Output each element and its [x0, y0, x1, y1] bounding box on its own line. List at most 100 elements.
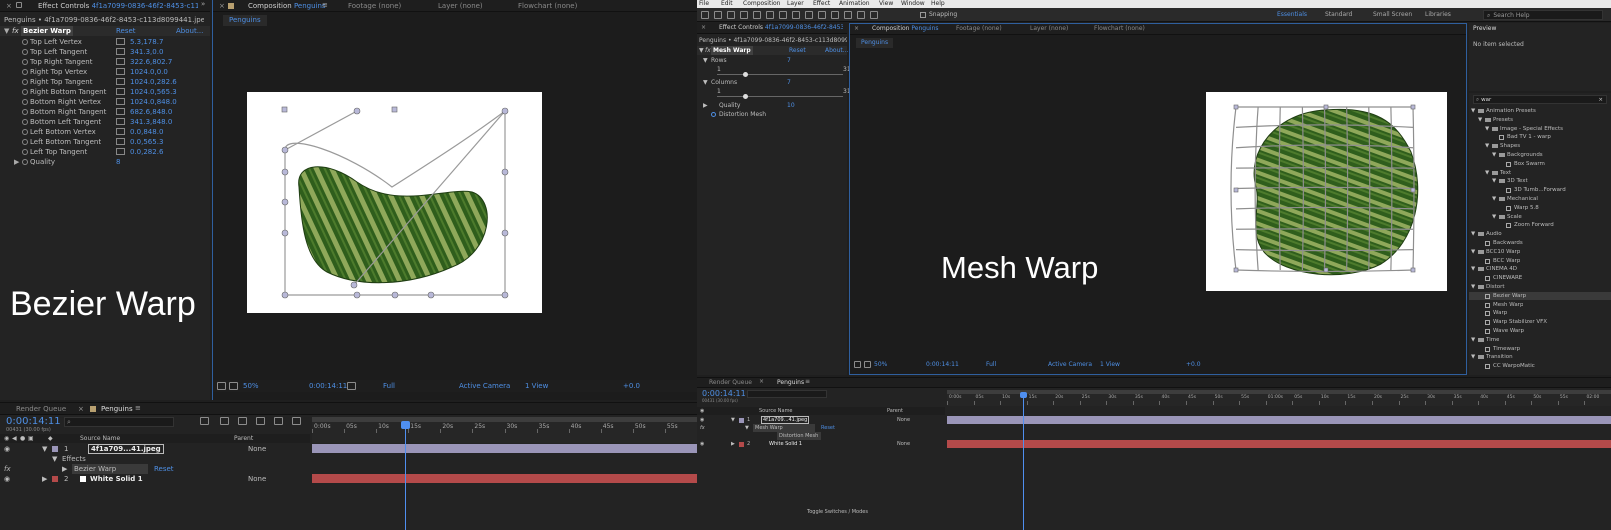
effect-param-row[interactable]: Left Bottom Vertex 0.0,848.0	[0, 127, 210, 137]
disclosure-triangle-icon[interactable]: ▼	[1492, 177, 1496, 185]
disclosure-triangle-icon[interactable]: ▼	[4, 26, 9, 36]
tree-item[interactable]: Warp	[1469, 309, 1611, 317]
lock-icon[interactable]: ▣	[28, 434, 34, 443]
quality-value[interactable]: 8	[116, 157, 120, 167]
tree-folder[interactable]: ▼ Image - Special Effects	[1469, 125, 1611, 133]
pan-behind-icon[interactable]	[766, 11, 774, 19]
tree-folder[interactable]: ▼ Shapes	[1469, 142, 1611, 150]
tree-item[interactable]: Zoom Forward	[1469, 221, 1611, 229]
quality-row[interactable]: ▶ Quality 10	[697, 101, 847, 110]
zoom-tool-icon[interactable]	[727, 11, 735, 19]
tree-folder[interactable]: ▼ Scale	[1469, 213, 1611, 221]
crosshair-icon[interactable]	[116, 118, 125, 125]
disclosure-triangle-icon[interactable]: ▼	[1492, 195, 1496, 203]
effect-param-row[interactable]: Left Bottom Tangent 0.0,565.3	[0, 137, 210, 147]
distortion-mesh-label[interactable]: Distortion Mesh	[777, 432, 821, 440]
layer-row[interactable]: ◉ ▶ 2 White Solid 1 None	[697, 440, 945, 448]
workspace-tab[interactable]: Essentials	[1277, 8, 1307, 22]
layer-bar[interactable]	[947, 416, 1611, 424]
rows-slider-track[interactable]	[717, 74, 843, 75]
menu-item[interactable]: Edit	[721, 0, 733, 8]
effects-group-row[interactable]: ▼ Effects	[0, 454, 310, 464]
frame-blend-icon[interactable]	[256, 417, 265, 425]
tree-folder[interactable]: ▼ Time	[1469, 336, 1611, 344]
crosshair-icon[interactable]	[116, 78, 125, 85]
layer-color-swatch[interactable]	[739, 442, 744, 447]
crosshair-icon[interactable]	[116, 68, 125, 75]
param-value[interactable]: 0.0,848.0	[130, 127, 163, 137]
timeline-search-input[interactable]: ⌕	[64, 417, 174, 427]
disclosure-triangle-icon[interactable]: ▶	[14, 157, 19, 167]
panel-menu-icon[interactable]: »	[201, 0, 205, 8]
close-icon[interactable]: ×	[6, 2, 12, 10]
menu-item[interactable]: Effect	[813, 0, 830, 8]
disclosure-triangle-icon[interactable]: ▼	[1471, 230, 1475, 238]
camera-dropdown[interactable]: Active Camera	[459, 380, 510, 392]
crosshair-icon[interactable]	[116, 98, 125, 105]
fx-icon[interactable]: fx	[700, 424, 705, 432]
layer-row[interactable]: ◉ ▶ 2 White Solid 1 None	[0, 474, 310, 484]
layer-color-swatch[interactable]	[52, 446, 58, 452]
eraser-tool-icon[interactable]	[844, 11, 852, 19]
tree-folder[interactable]: ▼ Presets	[1469, 116, 1611, 124]
rotate-tool-icon[interactable]	[740, 11, 748, 19]
menu-item[interactable]: View	[879, 0, 893, 8]
disclosure-triangle-icon[interactable]: ▼	[1471, 248, 1475, 256]
snapshot-icon[interactable]	[347, 382, 356, 390]
param-value[interactable]: 0.0,282.6	[130, 147, 163, 157]
view-dropdown[interactable]: 1 View	[525, 380, 548, 392]
menu-item[interactable]: File	[699, 0, 709, 8]
disclosure-triangle-icon[interactable]: ▶	[731, 440, 735, 448]
crosshair-icon[interactable]	[116, 48, 125, 55]
effect-param-row[interactable]: Right Bottom Tangent 1024.0,565.3	[0, 87, 210, 97]
param-value[interactable]: 341.3,0.0	[130, 47, 163, 57]
disclosure-triangle-icon[interactable]: ▼	[1471, 107, 1475, 115]
crosshair-icon[interactable]	[116, 148, 125, 155]
param-value[interactable]: 5.3,178.7	[130, 37, 163, 47]
flowchart-tab[interactable]: Flowchart (none)	[1094, 25, 1145, 32]
eye-icon[interactable]: ◉	[4, 444, 10, 454]
tree-item[interactable]: Wave Warp	[1469, 327, 1611, 335]
disclosure-triangle-icon[interactable]: ▶	[62, 464, 67, 474]
param-value[interactable]: 1024.0,0.0	[130, 67, 168, 77]
param-value[interactable]: 322.6,802.7	[130, 57, 172, 67]
param-value[interactable]: 682.6,848.0	[130, 107, 172, 117]
workspace-tab[interactable]: Libraries	[1425, 8, 1451, 22]
tree-item[interactable]: Mesh Warp	[1469, 301, 1611, 309]
source-name-header[interactable]: Source Name	[759, 407, 793, 415]
viewer-timecode[interactable]: 0:00:14:11	[309, 380, 347, 392]
effect-param-row[interactable]: Left Top Tangent 0.0,282.6	[0, 147, 210, 157]
rows-value[interactable]: 7	[787, 57, 791, 64]
hand-tool-icon[interactable]	[714, 11, 722, 19]
disclosure-triangle-icon[interactable]: ▼	[1492, 151, 1496, 159]
effect-row[interactable]: fx ▶ Bezier Warp Reset	[0, 464, 310, 474]
layer-color-swatch[interactable]	[739, 418, 744, 423]
effect-controls-tab[interactable]: Effect Controls 4f1a7099-0836-46f2-8453-…	[719, 24, 843, 31]
menu-item[interactable]: Composition	[743, 0, 780, 8]
view-dropdown[interactable]: 1 View	[1100, 359, 1120, 371]
zoom-dropdown[interactable]: 50%	[874, 359, 887, 371]
time-ruler[interactable]: 0:00s 05s 10s 15s 20s 25s 30s 35s 40s 45s 50s 55s	[312, 417, 697, 443]
playhead-handle[interactable]	[401, 421, 410, 429]
crosshair-icon[interactable]	[116, 108, 125, 115]
reset-link[interactable]: Reset	[789, 46, 806, 55]
parent-header[interactable]: Parent	[887, 407, 903, 415]
flowchart-tab[interactable]: Flowchart (none)	[518, 2, 577, 10]
workspace-tab[interactable]: Standard	[1325, 8, 1352, 22]
parent-header[interactable]: Parent	[234, 434, 253, 443]
about-link[interactable]: About...	[825, 46, 848, 55]
menu-item[interactable]: Animation	[839, 0, 870, 8]
disclosure-triangle-icon[interactable]: ▶	[703, 101, 708, 110]
effect-row-name[interactable]: Bezier Warp	[72, 464, 148, 474]
close-icon[interactable]: ×	[78, 405, 84, 413]
work-area-bar[interactable]	[312, 417, 697, 422]
stopwatch-icon[interactable]	[22, 139, 28, 145]
stopwatch-icon[interactable]	[22, 49, 28, 55]
fx-icon[interactable]: fx	[705, 46, 711, 55]
composition-tab[interactable]: Composition Penguins	[248, 2, 326, 10]
disclosure-triangle-icon[interactable]: ▼	[745, 424, 749, 432]
type-tool-icon[interactable]	[805, 11, 813, 19]
tree-folder[interactable]: ▼ Transition	[1469, 353, 1611, 361]
stopwatch-icon[interactable]	[22, 79, 28, 85]
layer-tab[interactable]: Layer (none)	[438, 2, 483, 10]
